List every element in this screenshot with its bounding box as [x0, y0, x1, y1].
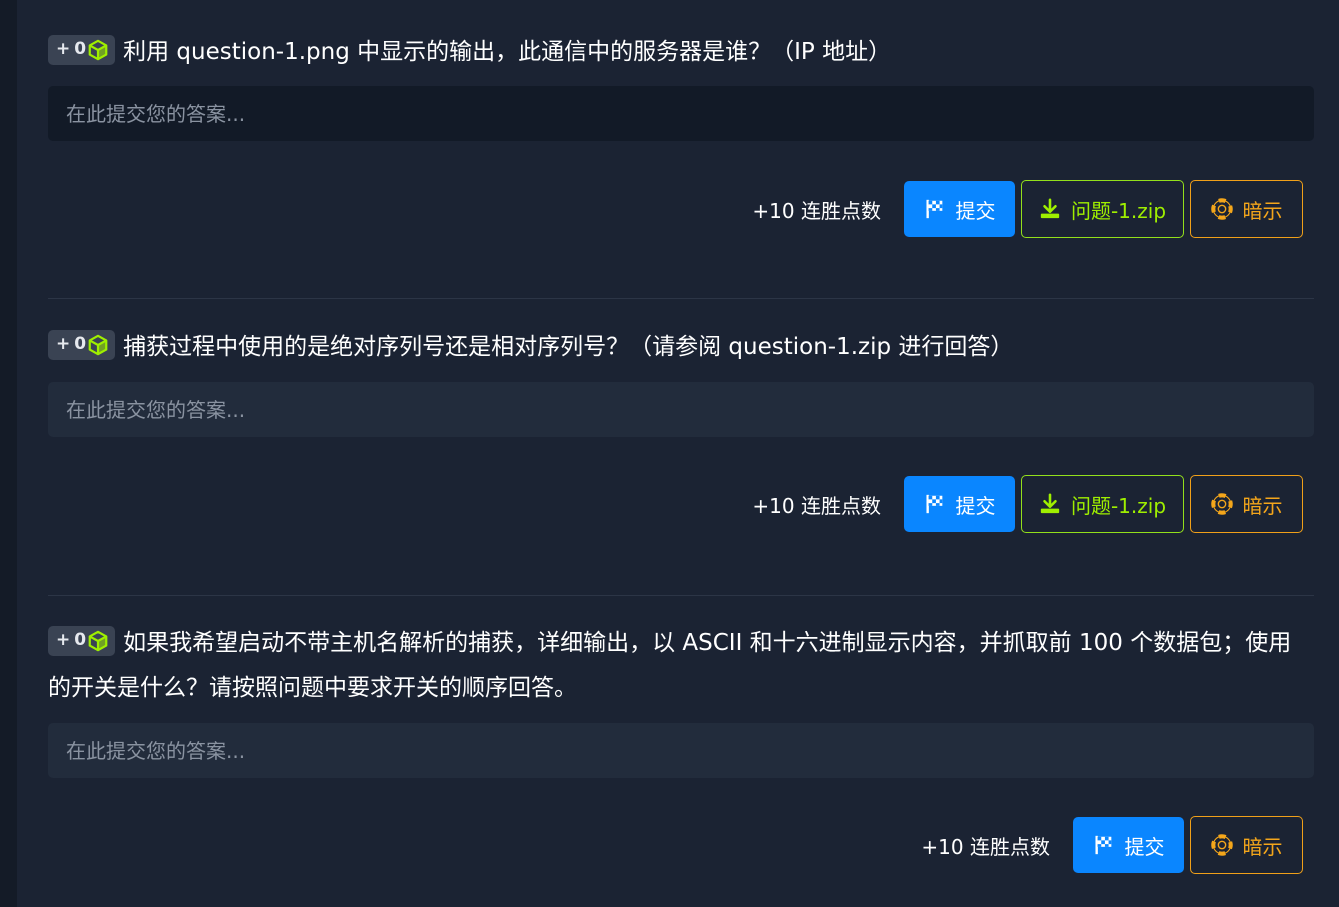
question-1-text: 利用 question-1.png 中显示的输出，此通信中的服务器是谁？（IP …: [123, 39, 892, 65]
badge-plus: +: [56, 39, 71, 59]
hint-label: 暗示: [1242, 198, 1283, 223]
flag-icon: [1094, 835, 1111, 855]
question-3-actions: +10 连胜点数 提交 暗示: [921, 815, 1303, 875]
points-badge: +0: [48, 329, 116, 360]
badge-plus: +: [56, 630, 71, 650]
question-3-title: +0 如果我希望启动不带主机名解析的捕获，详细输出，以 ASCII 和十六进制显示…: [48, 621, 1314, 711]
flag-icon: [925, 494, 942, 514]
question-2-text: 捕获过程中使用的是绝对序列号还是相对序列号？（请参阅 question-1.zi…: [123, 334, 1014, 360]
hint-button[interactable]: 暗示: [1190, 816, 1303, 874]
question-3: +0 如果我希望启动不带主机名解析的捕获，详细输出，以 ASCII 和十六进制显示…: [48, 621, 1314, 778]
submit-button[interactable]: 提交: [904, 181, 1015, 237]
download-label: 问题-1.zip: [1070, 493, 1167, 518]
lifebuoy-icon: [1210, 834, 1233, 856]
flag-icon: [925, 199, 942, 219]
cube-icon: [88, 630, 108, 651]
answer-input-1[interactable]: [48, 86, 1314, 141]
hint-button[interactable]: 暗示: [1190, 475, 1303, 533]
submit-label: 提交: [955, 198, 996, 223]
points-badge: +0: [48, 625, 116, 656]
badge-points: 0: [74, 630, 87, 650]
cube-icon: [88, 39, 108, 60]
streak-points-label: +10 连胜点数: [752, 198, 881, 223]
question-2: +0 捕获过程中使用的是绝对序列号还是相对序列号？（请参阅 question-1.…: [48, 325, 1314, 437]
badge-points: 0: [74, 334, 87, 354]
question-1: +0 利用 question-1.png 中显示的输出，此通信中的服务器是谁？（I…: [48, 30, 1314, 141]
lifebuoy-icon: [1210, 493, 1233, 515]
streak-points-label: +10 连胜点数: [752, 493, 881, 518]
badge-plus: +: [56, 334, 71, 354]
hint-button[interactable]: 暗示: [1190, 180, 1303, 238]
divider: [48, 595, 1314, 596]
points-badge: +0: [48, 34, 116, 65]
badge-points: 0: [74, 39, 87, 59]
download-label: 问题-1.zip: [1070, 198, 1167, 223]
question-3-text: 如果我希望启动不带主机名解析的捕获，详细输出，以 ASCII 和十六进制显示内容…: [48, 630, 1292, 701]
question-1-actions: +10 连胜点数 提交 问题-1.zip 暗示: [752, 179, 1303, 239]
hint-label: 暗示: [1242, 493, 1283, 518]
submit-label: 提交: [955, 493, 996, 518]
cube-icon: [88, 334, 108, 355]
answer-input-3[interactable]: [48, 723, 1314, 778]
hint-label: 暗示: [1242, 834, 1283, 859]
download-icon: [1040, 198, 1060, 219]
submit-button[interactable]: 提交: [1073, 817, 1184, 873]
submit-button[interactable]: 提交: [904, 476, 1015, 532]
lifebuoy-icon: [1210, 198, 1233, 220]
answer-input-2[interactable]: [48, 382, 1314, 437]
download-button[interactable]: 问题-1.zip: [1021, 475, 1184, 533]
streak-points-label: +10 连胜点数: [921, 834, 1050, 859]
download-button[interactable]: 问题-1.zip: [1021, 180, 1184, 238]
question-2-actions: +10 连胜点数 提交 问题-1.zip 暗示: [752, 474, 1303, 534]
question-1-title: +0 利用 question-1.png 中显示的输出，此通信中的服务器是谁？（I…: [48, 30, 1314, 75]
submit-label: 提交: [1124, 834, 1165, 859]
divider: [48, 298, 1314, 299]
left-rail: [0, 0, 17, 907]
download-icon: [1040, 493, 1060, 514]
question-2-title: +0 捕获过程中使用的是绝对序列号还是相对序列号？（请参阅 question-1.…: [48, 325, 1314, 370]
